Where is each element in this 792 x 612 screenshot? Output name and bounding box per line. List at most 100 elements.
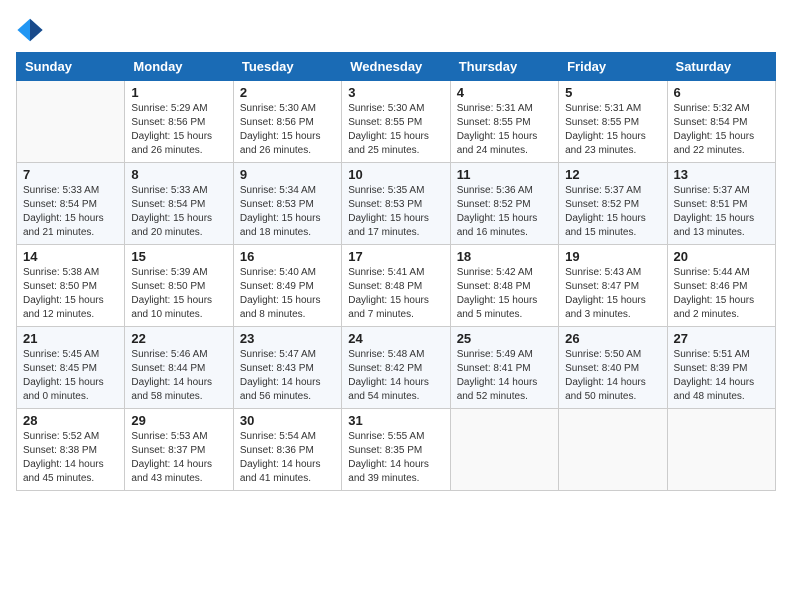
day-number: 6 xyxy=(674,85,769,100)
day-info: Sunrise: 5:29 AM Sunset: 8:56 PM Dayligh… xyxy=(131,102,226,158)
calendar-cell: 14Sunrise: 5:38 AM Sunset: 8:50 PM Dayli… xyxy=(17,245,125,327)
day-info: Sunrise: 5:38 AM Sunset: 8:50 PM Dayligh… xyxy=(23,266,118,322)
day-number: 20 xyxy=(674,249,769,264)
day-number: 5 xyxy=(565,85,660,100)
day-number: 26 xyxy=(565,331,660,346)
day-info: Sunrise: 5:53 AM Sunset: 8:37 PM Dayligh… xyxy=(131,430,226,486)
week-row-1: 1 Sunrise: 5:29 AM Sunset: 8:56 PM Daylig… xyxy=(17,81,776,163)
page-header xyxy=(16,16,776,44)
weekday-header-monday: Monday xyxy=(125,53,233,81)
day-info: Sunrise: 5:34 AM Sunset: 8:53 PM Dayligh… xyxy=(240,184,335,240)
day-number: 9 xyxy=(240,167,335,182)
calendar-cell: 1 Sunrise: 5:29 AM Sunset: 8:56 PM Daylig… xyxy=(125,81,233,163)
calendar-cell: 28 Sunrise: 5:52 AM Sunset: 8:38 PM Dayli… xyxy=(17,409,125,491)
calendar-cell: 13Sunrise: 5:37 AM Sunset: 8:51 PM Dayli… xyxy=(667,163,775,245)
day-info: Sunrise: 5:48 AM Sunset: 8:42 PM Dayligh… xyxy=(348,348,443,404)
day-number: 17 xyxy=(348,249,443,264)
day-number: 30 xyxy=(240,413,335,428)
calendar-cell: 9 Sunrise: 5:34 AM Sunset: 8:53 PM Daylig… xyxy=(233,163,341,245)
calendar-cell xyxy=(17,81,125,163)
day-number: 29 xyxy=(131,413,226,428)
day-info: Sunrise: 5:39 AM Sunset: 8:50 PM Dayligh… xyxy=(131,266,226,322)
weekday-header-friday: Friday xyxy=(559,53,667,81)
calendar-cell: 22Sunrise: 5:46 AM Sunset: 8:44 PM Dayli… xyxy=(125,327,233,409)
day-number: 31 xyxy=(348,413,443,428)
calendar-cell: 25 Sunrise: 5:49 AM Sunset: 8:41 PM Dayli… xyxy=(450,327,558,409)
calendar-cell: 27 Sunrise: 5:51 AM Sunset: 8:39 PM Dayli… xyxy=(667,327,775,409)
day-info: Sunrise: 5:47 AM Sunset: 8:43 PM Dayligh… xyxy=(240,348,335,404)
day-info: Sunrise: 5:30 AM Sunset: 8:56 PM Dayligh… xyxy=(240,102,335,158)
day-info: Sunrise: 5:32 AM Sunset: 8:54 PM Dayligh… xyxy=(674,102,769,158)
calendar-cell: 7Sunrise: 5:33 AM Sunset: 8:54 PM Daylig… xyxy=(17,163,125,245)
day-number: 11 xyxy=(457,167,552,182)
logo-icon xyxy=(16,16,44,44)
day-number: 7 xyxy=(23,167,118,182)
calendar-cell: 26 Sunrise: 5:50 AM Sunset: 8:40 PM Dayli… xyxy=(559,327,667,409)
day-info: Sunrise: 5:37 AM Sunset: 8:52 PM Dayligh… xyxy=(565,184,660,240)
calendar-cell: 15 Sunrise: 5:39 AM Sunset: 8:50 PM Dayli… xyxy=(125,245,233,327)
calendar-cell: 2 Sunrise: 5:30 AM Sunset: 8:56 PM Daylig… xyxy=(233,81,341,163)
day-number: 25 xyxy=(457,331,552,346)
day-info: Sunrise: 5:41 AM Sunset: 8:48 PM Dayligh… xyxy=(348,266,443,322)
day-number: 4 xyxy=(457,85,552,100)
weekday-header-row: SundayMondayTuesdayWednesdayThursdayFrid… xyxy=(17,53,776,81)
day-number: 2 xyxy=(240,85,335,100)
day-info: Sunrise: 5:37 AM Sunset: 8:51 PM Dayligh… xyxy=(674,184,769,240)
calendar-cell: 29 Sunrise: 5:53 AM Sunset: 8:37 PM Dayli… xyxy=(125,409,233,491)
day-info: Sunrise: 5:30 AM Sunset: 8:55 PM Dayligh… xyxy=(348,102,443,158)
day-info: Sunrise: 5:31 AM Sunset: 8:55 PM Dayligh… xyxy=(565,102,660,158)
day-number: 24 xyxy=(348,331,443,346)
day-info: Sunrise: 5:36 AM Sunset: 8:52 PM Dayligh… xyxy=(457,184,552,240)
day-info: Sunrise: 5:35 AM Sunset: 8:53 PM Dayligh… xyxy=(348,184,443,240)
day-info: Sunrise: 5:31 AM Sunset: 8:55 PM Dayligh… xyxy=(457,102,552,158)
day-number: 12 xyxy=(565,167,660,182)
calendar-cell: 16 Sunrise: 5:40 AM Sunset: 8:49 PM Dayli… xyxy=(233,245,341,327)
day-number: 27 xyxy=(674,331,769,346)
calendar-cell: 23Sunrise: 5:47 AM Sunset: 8:43 PM Dayli… xyxy=(233,327,341,409)
day-number: 8 xyxy=(131,167,226,182)
calendar-cell: 18Sunrise: 5:42 AM Sunset: 8:48 PM Dayli… xyxy=(450,245,558,327)
day-info: Sunrise: 5:45 AM Sunset: 8:45 PM Dayligh… xyxy=(23,348,118,404)
day-info: Sunrise: 5:54 AM Sunset: 8:36 PM Dayligh… xyxy=(240,430,335,486)
calendar-cell: 8 Sunrise: 5:33 AM Sunset: 8:54 PM Daylig… xyxy=(125,163,233,245)
day-number: 10 xyxy=(348,167,443,182)
week-row-5: 28 Sunrise: 5:52 AM Sunset: 8:38 PM Dayli… xyxy=(17,409,776,491)
day-info: Sunrise: 5:43 AM Sunset: 8:47 PM Dayligh… xyxy=(565,266,660,322)
calendar-cell xyxy=(667,409,775,491)
calendar-cell xyxy=(450,409,558,491)
day-number: 15 xyxy=(131,249,226,264)
weekday-header-tuesday: Tuesday xyxy=(233,53,341,81)
calendar-cell: 19Sunrise: 5:43 AM Sunset: 8:47 PM Dayli… xyxy=(559,245,667,327)
day-number: 1 xyxy=(131,85,226,100)
week-row-2: 7 Sunrise: 5:33 AM Sunset: 8:54 PM Daylig… xyxy=(17,163,776,245)
calendar-cell xyxy=(559,409,667,491)
calendar-cell: 3 Sunrise: 5:30 AM Sunset: 8:55 PM Daylig… xyxy=(342,81,450,163)
logo xyxy=(16,16,48,44)
day-number: 16 xyxy=(240,249,335,264)
calendar-cell: 11 Sunrise: 5:36 AM Sunset: 8:52 PM Dayli… xyxy=(450,163,558,245)
day-info: Sunrise: 5:52 AM Sunset: 8:38 PM Dayligh… xyxy=(23,430,118,486)
calendar-cell: 24 Sunrise: 5:48 AM Sunset: 8:42 PM Dayli… xyxy=(342,327,450,409)
day-info: Sunrise: 5:50 AM Sunset: 8:40 PM Dayligh… xyxy=(565,348,660,404)
weekday-header-thursday: Thursday xyxy=(450,53,558,81)
calendar-cell: 31Sunrise: 5:55 AM Sunset: 8:35 PM Dayli… xyxy=(342,409,450,491)
weekday-header-wednesday: Wednesday xyxy=(342,53,450,81)
calendar-cell: 12 Sunrise: 5:37 AM Sunset: 8:52 PM Dayli… xyxy=(559,163,667,245)
weekday-header-sunday: Sunday xyxy=(17,53,125,81)
day-number: 21 xyxy=(23,331,118,346)
calendar-cell: 21 Sunrise: 5:45 AM Sunset: 8:45 PM Dayli… xyxy=(17,327,125,409)
day-number: 3 xyxy=(348,85,443,100)
calendar: SundayMondayTuesdayWednesdayThursdayFrid… xyxy=(16,52,776,491)
week-row-3: 14Sunrise: 5:38 AM Sunset: 8:50 PM Dayli… xyxy=(17,245,776,327)
weekday-header-saturday: Saturday xyxy=(667,53,775,81)
calendar-cell: 10 Sunrise: 5:35 AM Sunset: 8:53 PM Dayli… xyxy=(342,163,450,245)
calendar-cell: 4 Sunrise: 5:31 AM Sunset: 8:55 PM Daylig… xyxy=(450,81,558,163)
day-info: Sunrise: 5:49 AM Sunset: 8:41 PM Dayligh… xyxy=(457,348,552,404)
day-number: 28 xyxy=(23,413,118,428)
day-info: Sunrise: 5:40 AM Sunset: 8:49 PM Dayligh… xyxy=(240,266,335,322)
week-row-4: 21 Sunrise: 5:45 AM Sunset: 8:45 PM Dayli… xyxy=(17,327,776,409)
day-info: Sunrise: 5:33 AM Sunset: 8:54 PM Dayligh… xyxy=(131,184,226,240)
day-info: Sunrise: 5:44 AM Sunset: 8:46 PM Dayligh… xyxy=(674,266,769,322)
day-info: Sunrise: 5:42 AM Sunset: 8:48 PM Dayligh… xyxy=(457,266,552,322)
day-info: Sunrise: 5:51 AM Sunset: 8:39 PM Dayligh… xyxy=(674,348,769,404)
